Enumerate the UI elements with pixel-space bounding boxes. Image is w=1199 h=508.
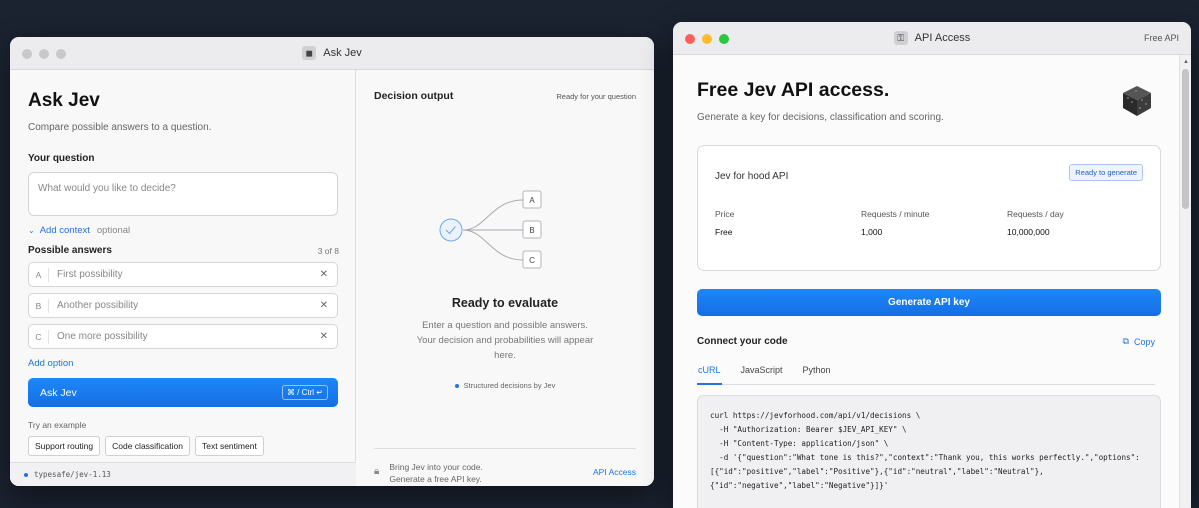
answers-count: 3 of 8 bbox=[317, 245, 339, 256]
cube-logo-icon bbox=[1123, 86, 1151, 116]
status-dot-icon bbox=[24, 472, 28, 477]
window-controls bbox=[22, 49, 66, 59]
option-node-label: B bbox=[529, 226, 534, 235]
close-button[interactable] bbox=[685, 34, 695, 44]
question-input[interactable]: What would you like to decide? bbox=[28, 172, 338, 216]
rpm-value: 1,000 bbox=[861, 227, 883, 237]
output-status: Ready for your question bbox=[556, 91, 636, 101]
minimize-button[interactable] bbox=[39, 49, 49, 59]
ask-button-label: Ask Jev bbox=[40, 386, 77, 399]
tab-curl[interactable]: cURL bbox=[697, 365, 722, 385]
optional-label: optional bbox=[96, 225, 131, 236]
code-tabs: cURL JavaScript Python bbox=[697, 365, 1155, 385]
ready-title: Ready to evaluate bbox=[451, 296, 559, 310]
tab-javascript[interactable]: JavaScript bbox=[740, 365, 784, 385]
answer-input[interactable]: Another possibility bbox=[57, 300, 138, 311]
answers-label: Possible answers bbox=[28, 245, 112, 256]
close-button[interactable] bbox=[22, 49, 32, 59]
window-controls bbox=[685, 34, 729, 44]
page-subtitle: Compare possible answers to a question. bbox=[28, 122, 212, 133]
window-title: Ask Jev bbox=[323, 47, 362, 59]
rpd-value: 10,000,000 bbox=[1007, 227, 1050, 237]
key-icon: ⚿ bbox=[893, 31, 908, 45]
price-label: Price bbox=[715, 209, 735, 219]
free-api-label: Free API bbox=[1143, 33, 1179, 43]
ask-jev-button[interactable]: Ask Jev ⌘ / Ctrl ↵ bbox=[28, 378, 338, 407]
example-chip-text-sentiment[interactable]: Text sentiment bbox=[195, 436, 264, 456]
app-icon: ◼ bbox=[302, 46, 317, 60]
answer-letter: A bbox=[29, 267, 49, 282]
api-access-link[interactable]: API Access bbox=[593, 467, 636, 477]
page-title: Free Jev API access. bbox=[697, 79, 890, 101]
code-snippet: curl https://jevforhood.com/api/v1/decis… bbox=[697, 395, 1161, 508]
connect-title: Connect your code bbox=[697, 336, 788, 347]
zoom-button[interactable] bbox=[719, 34, 729, 44]
plan-card: Jev for hood API Ready to generate Price… bbox=[697, 145, 1161, 271]
add-context-toggle[interactable]: ⌄ Add context optional bbox=[28, 225, 339, 236]
question-label: Your question bbox=[28, 153, 95, 164]
answer-letter: C bbox=[29, 329, 49, 344]
rpd-label: Requests / day bbox=[1007, 209, 1064, 219]
example-chip-support-routing[interactable]: Support routing bbox=[28, 436, 101, 456]
option-node-label: A bbox=[529, 196, 535, 205]
api-access-window: ⚿ API Access Free API Free Jev API acces… bbox=[673, 22, 1191, 508]
check-circle-icon bbox=[439, 218, 463, 242]
rpm-label: Requests / minute bbox=[861, 209, 930, 219]
answer-letter: B bbox=[29, 298, 49, 313]
lock-icon: 🔒︎ bbox=[374, 466, 380, 477]
scrollbar[interactable]: ▲ bbox=[1179, 55, 1191, 508]
answer-input[interactable]: One more possibility bbox=[57, 331, 148, 342]
decision-diagram: A B C bbox=[439, 190, 542, 269]
structured-label: Structured decisions by Jev bbox=[463, 381, 556, 390]
add-context-link[interactable]: Add context bbox=[40, 225, 90, 236]
remove-icon[interactable]: ✕ bbox=[320, 269, 328, 280]
option-node-label: C bbox=[529, 256, 535, 265]
output-panel: Decision output Ready for your question … bbox=[356, 70, 654, 486]
zoom-button[interactable] bbox=[56, 49, 66, 59]
api-content: Free Jev API access. Generate a key for … bbox=[673, 55, 1179, 508]
status-footer: typesafe/jev-1.13 bbox=[10, 462, 356, 486]
promo-line-1: Bring Jev into your code. bbox=[389, 462, 483, 472]
add-option-link[interactable]: Add option bbox=[28, 358, 339, 369]
model-version: typesafe/jev-1.13 bbox=[34, 470, 111, 479]
page-title: Ask Jev bbox=[28, 90, 100, 111]
price-value: Free bbox=[715, 227, 733, 237]
status-badge: Ready to generate bbox=[1069, 164, 1143, 181]
ask-jev-window: ◼ Ask Jev Ask Jev Compare possible answe… bbox=[10, 37, 654, 486]
answer-row-c[interactable]: C One more possibility ✕ bbox=[28, 324, 338, 349]
minimize-button[interactable] bbox=[702, 34, 712, 44]
answer-row-b[interactable]: B Another possibility ✕ bbox=[28, 293, 338, 318]
tab-python[interactable]: Python bbox=[802, 365, 832, 385]
output-title: Decision output bbox=[374, 90, 454, 102]
copy-button[interactable]: ⧉ Copy bbox=[1123, 336, 1155, 347]
chevron-down-icon: ⌄ bbox=[28, 226, 35, 235]
plan-title: Jev for hood API bbox=[715, 171, 789, 182]
remove-icon[interactable]: ✕ bbox=[320, 331, 328, 342]
copy-icon: ⧉ bbox=[1122, 336, 1129, 346]
structured-note: Structured decisions by Jev bbox=[356, 381, 654, 390]
try-example-label: Try an example bbox=[28, 420, 87, 430]
window-title: API Access bbox=[914, 32, 971, 44]
ask-form: Ask Jev Compare possible answers to a qu… bbox=[10, 70, 356, 486]
example-chip-code-classification[interactable]: Code classification bbox=[105, 436, 190, 456]
scroll-thumb[interactable] bbox=[1182, 69, 1189, 209]
generate-api-key-button[interactable]: Generate API key bbox=[697, 289, 1161, 316]
page-subtitle: Generate a key for decisions, classifica… bbox=[697, 112, 944, 123]
api-promo: 🔒︎ Bring Jev into your code. Generate a … bbox=[374, 448, 636, 485]
remove-icon[interactable]: ✕ bbox=[320, 300, 328, 311]
copy-label: Copy bbox=[1133, 336, 1155, 347]
titlebar: ◼ Ask Jev bbox=[10, 37, 654, 70]
scroll-up-arrow-icon[interactable]: ▲ bbox=[1183, 59, 1189, 65]
titlebar: ⚿ API Access Free API bbox=[673, 22, 1191, 55]
promo-line-2: Generate a free API key. bbox=[389, 474, 482, 484]
answer-row-a[interactable]: A First possibility ✕ bbox=[28, 262, 338, 287]
answer-input[interactable]: First possibility bbox=[57, 269, 123, 280]
shortcut-badge: ⌘ / Ctrl ↵ bbox=[281, 385, 328, 400]
ready-description: Enter a question and possible answers. Y… bbox=[416, 320, 594, 361]
dot-icon bbox=[454, 383, 459, 388]
